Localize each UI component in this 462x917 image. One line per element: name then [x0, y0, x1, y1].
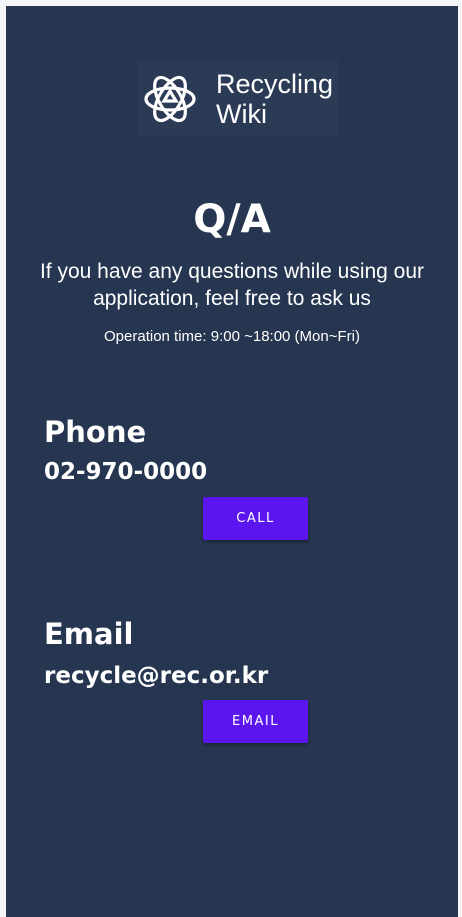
page-title: Q/A: [193, 197, 271, 242]
email-address: recycle@rec.or.kr: [44, 663, 269, 689]
email-heading: Email: [44, 617, 134, 651]
call-button[interactable]: CALL: [203, 497, 308, 540]
app-logo: Recycling Wiki: [137, 60, 338, 136]
logo-text-line1: Recycling: [216, 69, 334, 99]
recycle-flower-icon: [144, 75, 196, 123]
page-subtitle: If you have any questions while using ou…: [39, 260, 425, 310]
email-button[interactable]: EMAIL: [203, 700, 308, 743]
logo-text: Recycling Wiki: [216, 69, 333, 129]
qa-screen: Recycling Wiki Q/A If you have any quest…: [6, 6, 458, 917]
operation-time-text: Operation time: 9:00 ~18:00 (Mon~Fri): [104, 328, 360, 345]
phone-heading: Phone: [44, 415, 147, 449]
phone-number: 02-970-0000: [44, 459, 208, 485]
logo-text-line2: Wiki: [216, 99, 267, 129]
